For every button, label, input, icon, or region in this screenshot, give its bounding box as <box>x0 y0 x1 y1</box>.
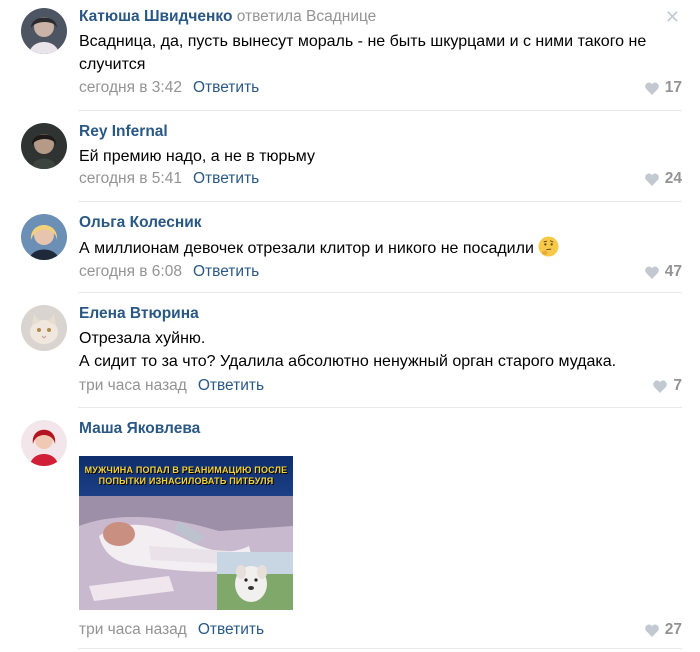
avatar[interactable] <box>21 305 67 351</box>
comment-item: Елена Втюрина Отрезала хуйню. А сидит то… <box>0 293 700 407</box>
divider <box>78 648 682 649</box>
comment-time[interactable]: три часа назад <box>79 621 187 638</box>
reply-button[interactable]: Ответить <box>193 170 259 187</box>
comment-text: Ей премию надо, а не в тюрьму <box>79 148 315 165</box>
author-link[interactable]: Маша Яковлева <box>79 420 200 438</box>
avatar[interactable] <box>21 8 67 54</box>
heart-icon <box>644 81 659 95</box>
comment-text: Всадница, да, пусть вынесут мораль - не … <box>79 33 647 73</box>
comment-text: Отрезала хуйню. А сидит то за что? Удали… <box>79 327 682 373</box>
comment-time[interactable]: сегодня в 5:41 <box>79 170 182 187</box>
author-link[interactable]: Катюша Швидченко <box>79 8 232 25</box>
reply-button[interactable]: Ответить <box>198 377 264 394</box>
like-button[interactable]: 24 <box>644 170 682 188</box>
comment-item: Катюша Швидченко ответила Всаднице ✕ Вса… <box>0 0 700 110</box>
comment-author: Катюша Швидченко ответила Всаднице <box>79 8 376 26</box>
comment-text-line: Отрезала хуйню. <box>79 330 206 347</box>
comment-item: Rey Infernal Ей премию надо, а не в тюрь… <box>0 111 700 201</box>
comment-meta: сегодня в 6:08 Ответить <box>79 263 259 281</box>
reply-button[interactable]: Ответить <box>193 263 259 280</box>
comment-item: Маша Яковлева МУЖЧИНА ПОПАЛ В РЕАНИМАЦИЮ… <box>0 408 700 652</box>
avatar[interactable] <box>21 420 67 466</box>
thinking-face-emoji <box>538 236 559 257</box>
like-button[interactable]: 7 <box>653 377 682 395</box>
comment-text-body: А миллионам девочек отрезали клитор и ни… <box>79 240 534 257</box>
heart-icon <box>644 265 659 279</box>
comment-text-line: А сидит то за что? Удалила абсолютно нен… <box>79 353 617 370</box>
avatar[interactable] <box>21 214 67 260</box>
comment-time[interactable]: три часа назад <box>79 377 187 394</box>
comment-meta: три часа назад Ответить <box>79 621 264 639</box>
heart-icon <box>644 172 659 186</box>
comment-time[interactable]: сегодня в 3:42 <box>79 79 182 96</box>
image-caption: МУЖЧИНА ПОПАЛ В РЕАНИМАЦИЮ ПОСЛЕ ПОПЫТКИ… <box>84 465 288 486</box>
author-link[interactable]: Rey Infernal <box>79 123 168 141</box>
author-link[interactable]: Елена Втюрина <box>79 305 199 323</box>
like-count: 7 <box>673 377 682 394</box>
image-caption-banner: МУЖЧИНА ПОПАЛ В РЕАНИМАЦИЮ ПОСЛЕ ПОПЫТКИ… <box>79 456 293 496</box>
like-count: 47 <box>664 263 682 280</box>
reply-button[interactable]: Ответить <box>198 621 264 638</box>
reply-button[interactable]: Ответить <box>193 79 259 96</box>
comment-meta: три часа назад Ответить <box>79 377 264 395</box>
like-button[interactable]: 17 <box>644 79 682 97</box>
heart-icon <box>644 623 659 637</box>
author-link[interactable]: Ольга Колесник <box>79 214 201 232</box>
like-count: 27 <box>664 621 682 638</box>
avatar[interactable] <box>21 123 67 169</box>
comment-time[interactable]: сегодня в 6:08 <box>79 263 182 280</box>
comment-meta: сегодня в 5:41 Ответить <box>79 170 259 188</box>
like-button[interactable]: 47 <box>644 263 682 281</box>
like-count: 24 <box>664 170 682 187</box>
like-button[interactable]: 27 <box>644 621 682 639</box>
close-icon[interactable]: ✕ <box>665 8 680 26</box>
like-count: 17 <box>664 79 682 96</box>
heart-icon <box>653 379 668 393</box>
comment-text: А миллионам девочек отрезали клитор и ни… <box>79 236 682 260</box>
reply-to-label[interactable]: ответила Всаднице <box>237 8 377 25</box>
attached-image[interactable]: МУЖЧИНА ПОПАЛ В РЕАНИМАЦИЮ ПОСЛЕ ПОПЫТКИ… <box>79 456 293 610</box>
comment-meta: сегодня в 3:42 Ответить <box>79 79 259 97</box>
comment-item: Ольга Колесник А миллионам девочек отрез… <box>0 202 700 292</box>
